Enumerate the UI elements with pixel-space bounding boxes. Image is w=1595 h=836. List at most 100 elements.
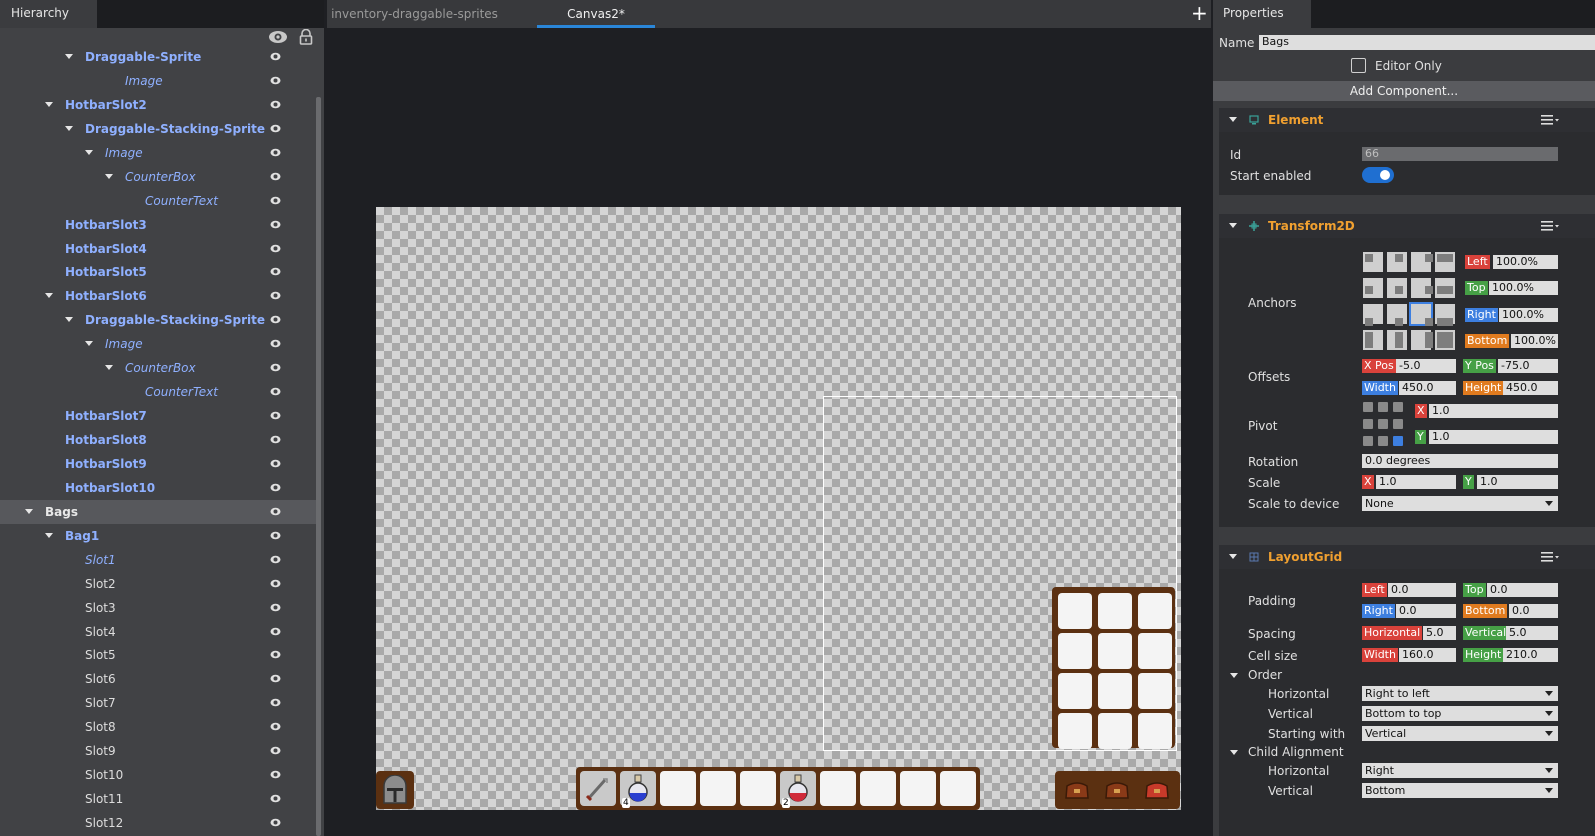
hotbar-slot[interactable] [900, 771, 936, 806]
hotbar-slot[interactable]: 4 [620, 771, 656, 808]
tree-row[interactable]: CounterText [0, 380, 316, 404]
properties-tab[interactable]: Properties [1213, 0, 1311, 28]
spacing-horizontal-field[interactable]: 5.0 [1423, 626, 1456, 640]
starting-with-dropdown[interactable]: Vertical [1362, 726, 1558, 741]
bag-button[interactable] [1103, 778, 1131, 802]
anchor-top-field[interactable]: 100.0% [1489, 281, 1558, 295]
layoutgrid-header[interactable]: LayoutGrid [1219, 545, 1595, 569]
hotbar-slot[interactable]: 2 [780, 771, 816, 808]
bag-button[interactable] [1063, 778, 1091, 802]
expand-caret-icon[interactable] [65, 125, 73, 131]
add-tab-button[interactable]: + [1191, 2, 1209, 24]
expand-caret-icon[interactable] [105, 365, 113, 371]
visibility-eye-icon[interactable] [270, 746, 281, 755]
visibility-eye-icon[interactable] [270, 698, 281, 707]
bag-slot[interactable] [1058, 713, 1092, 749]
menu-icon[interactable] [1541, 114, 1559, 126]
tree-row[interactable]: Image [0, 332, 316, 356]
name-field[interactable]: Bags [1259, 35, 1595, 50]
padding-top-field[interactable]: 0.0 [1487, 583, 1558, 597]
expand-caret-icon[interactable] [25, 508, 33, 514]
tree-row[interactable]: Slot2 [0, 572, 316, 596]
rotation-field[interactable]: 0.0 degrees [1362, 454, 1558, 468]
visibility-eye-icon[interactable] [270, 818, 281, 827]
toggle-visibility-all-icon[interactable] [268, 29, 288, 45]
tree-row[interactable]: HotbarSlot10 [0, 476, 316, 500]
visibility-eye-icon[interactable] [270, 411, 281, 420]
tree-row[interactable]: HotbarSlot5 [0, 260, 316, 284]
tree-row[interactable]: Draggable-Sprite [0, 45, 316, 69]
visibility-eye-icon[interactable] [270, 435, 281, 444]
expand-caret-icon[interactable] [65, 317, 73, 323]
expand-caret-icon[interactable] [85, 149, 93, 155]
tree-row[interactable]: Slot12 [0, 811, 316, 835]
visibility-eye-icon[interactable] [270, 627, 281, 636]
pivot-preset-button[interactable] [1363, 436, 1373, 446]
lock-all-icon[interactable] [299, 29, 313, 45]
helmet-slot[interactable] [376, 771, 414, 809]
tree-row[interactable]: Image [0, 69, 316, 93]
hotbar-slot[interactable] [740, 771, 776, 806]
anchor-preset-button[interactable] [1387, 330, 1407, 350]
scale-to-device-dropdown[interactable]: None [1362, 496, 1558, 511]
child-alignment-caret-icon[interactable] [1230, 750, 1238, 755]
hotbar-slot[interactable] [580, 771, 616, 806]
spacing-vertical-field[interactable]: 5.0 [1506, 626, 1558, 640]
bag-slot[interactable] [1058, 633, 1092, 669]
hotbar-slot[interactable] [700, 771, 736, 806]
anchor-preset-button[interactable] [1409, 302, 1433, 326]
bag-slot[interactable] [1058, 673, 1092, 709]
visibility-eye-icon[interactable] [270, 483, 281, 492]
pivot-preset-button[interactable] [1393, 436, 1403, 446]
scale-x-field[interactable]: 1.0 [1376, 475, 1456, 489]
visibility-eye-icon[interactable] [270, 172, 281, 181]
collapse-caret-icon[interactable] [1229, 117, 1237, 122]
visibility-eye-icon[interactable] [270, 770, 281, 779]
tree-row[interactable]: Slot4 [0, 620, 316, 644]
order-vertical-dropdown[interactable]: Bottom to top [1362, 706, 1558, 721]
pivot-preset-button[interactable] [1363, 402, 1373, 412]
tree-row[interactable]: CounterBox [0, 356, 316, 380]
anchor-preset-button[interactable] [1435, 278, 1455, 298]
expand-caret-icon[interactable] [45, 101, 53, 107]
tree-row[interactable]: Image [0, 141, 316, 165]
hotbar-slot[interactable] [860, 771, 896, 806]
tree-row[interactable]: HotbarSlot2 [0, 93, 316, 117]
anchor-preset-button[interactable] [1363, 278, 1383, 298]
visibility-eye-icon[interactable] [270, 387, 281, 396]
expand-caret-icon[interactable] [45, 532, 53, 538]
tree-row[interactable]: Slot6 [0, 667, 316, 691]
menu-icon[interactable] [1541, 220, 1559, 232]
bag-button[interactable] [1143, 778, 1171, 802]
bag-slot[interactable] [1138, 673, 1172, 709]
tree-row[interactable]: Slot8 [0, 715, 316, 739]
bag-slot[interactable] [1138, 713, 1172, 749]
visibility-eye-icon[interactable] [270, 794, 281, 803]
visibility-eye-icon[interactable] [270, 555, 281, 564]
bag-slot[interactable] [1098, 593, 1132, 629]
hierarchy-tab[interactable]: Hierarchy [0, 0, 97, 28]
anchor-preset-button[interactable] [1411, 252, 1433, 272]
tree-row[interactable]: HotbarSlot3 [0, 213, 316, 237]
padding-left-field[interactable]: 0.0 [1388, 583, 1456, 597]
anchor-preset-button[interactable] [1411, 278, 1433, 298]
collapse-caret-icon[interactable] [1229, 223, 1237, 228]
anchor-preset-button[interactable] [1411, 330, 1433, 350]
pivot-preset-button[interactable] [1378, 436, 1388, 446]
tree-row[interactable]: Slot11 [0, 787, 316, 811]
height-field[interactable]: 450.0 [1503, 381, 1558, 395]
visibility-eye-icon[interactable] [270, 76, 281, 85]
scale-y-field[interactable]: 1.0 [1477, 475, 1558, 489]
pivot-preset-button[interactable] [1393, 402, 1403, 412]
hotbar-slot[interactable] [940, 771, 976, 806]
tree-row[interactable]: Slot7 [0, 691, 316, 715]
ypos-field[interactable]: -75.0 [1498, 359, 1558, 373]
bag-slot[interactable] [1098, 633, 1132, 669]
visibility-eye-icon[interactable] [270, 579, 281, 588]
tree-row[interactable]: CounterText [0, 189, 316, 213]
editor-only-checkbox[interactable] [1351, 58, 1366, 73]
pivot-preset-button[interactable] [1378, 419, 1388, 429]
anchor-bottom-field[interactable]: 100.0% [1511, 334, 1558, 348]
visibility-eye-icon[interactable] [270, 507, 281, 516]
collapse-caret-icon[interactable] [1229, 554, 1237, 559]
